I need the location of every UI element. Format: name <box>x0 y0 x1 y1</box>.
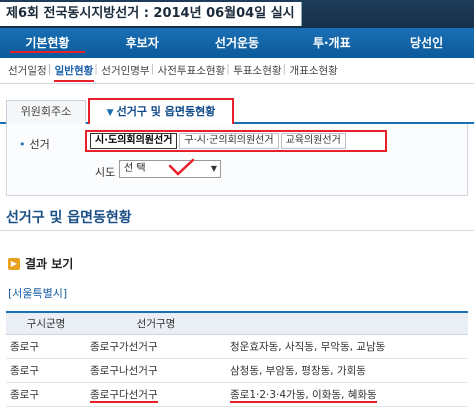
title-bar: 제6회 전국동시지방선거 : 2014년 06월04일 실시 <box>0 0 474 28</box>
election-education-button[interactable]: 교육의원선거 <box>280 133 346 149</box>
title-bar-fill <box>302 0 474 28</box>
tab-row: 위원회주소 ▼ 선거구 및 읍면동현황 <box>0 98 474 124</box>
table-cell-highlighted: 종로1·2·3·4가동, 이화동, 혜화동 <box>226 382 468 407</box>
tab-district-status[interactable]: ▼ 선거구 및 읍면동현황 <box>88 98 234 124</box>
table-cell: 종로구나선거구 <box>86 358 226 383</box>
table-row: 종로구 종로구다선거구 종로1·2·3·4가동, 이화동, 혜화동 <box>6 382 468 407</box>
sub-nav: 선거일정 일반현황 선거인명부 사전투표소현황 투표소현황 개표소현황 <box>0 58 474 84</box>
col-district-name: 구시군명 <box>6 311 86 335</box>
nav-campaign[interactable]: 선거운동 <box>190 28 285 58</box>
table-cell-text: 종로구다선거구 <box>90 388 158 403</box>
table-cell: 청운효자동, 사직동, 무악동, 교남동 <box>226 334 468 359</box>
result-heading: ▶ 결과 보기 <box>8 255 73 272</box>
region-label: [서울특별시] <box>8 287 68 300</box>
tab-committee-address[interactable]: 위원회주소 <box>6 100 86 124</box>
sido-label: 시도 <box>95 166 116 179</box>
col-constituency-name: 선거구명 <box>86 311 226 335</box>
chevron-down-icon: ▼ <box>210 164 217 173</box>
table-cell-text: 종로1·2·3·4가동, 이화동, 혜화동 <box>230 388 377 403</box>
nav-elected[interactable]: 당선인 <box>379 28 474 58</box>
result-heading-text: 결과 보기 <box>25 257 74 271</box>
table-cell: 종로구 <box>6 334 86 359</box>
sub-nav-schedule[interactable]: 선거일정 <box>4 63 51 78</box>
nav-candidates[interactable]: 후보자 <box>95 28 190 58</box>
sub-nav-polling-stations[interactable]: 투표소현황 <box>226 63 285 78</box>
chevron-down-icon: ▼ <box>106 108 114 118</box>
sub-nav-general-status[interactable]: 일반현황 <box>48 63 98 82</box>
checkmark-icon <box>168 158 195 176</box>
arrow-right-icon: ▶ <box>8 257 20 270</box>
sub-nav-early-voting[interactable]: 사전투표소현황 <box>151 63 230 78</box>
results-table: 구시군명 선거구명 종로구 종로구가선거구 청운효자동, 사직동, 무악동, 교… <box>6 311 468 407</box>
main-nav: 기본현황 후보자 선거운동 투·개표 당선인 <box>0 28 474 58</box>
election-provincial-button[interactable]: 시·도의회의원선거 <box>90 133 178 149</box>
sub-nav-voter-list[interactable]: 선거인명부 <box>94 63 153 78</box>
section-title: 선거구 및 읍면동현황 <box>6 210 132 226</box>
table-cell: 종로구가선거구 <box>86 334 226 359</box>
section-divider <box>0 230 474 231</box>
table-header-row: 구시군명 선거구명 <box>6 311 468 335</box>
table-cell: 종로구 <box>6 358 86 383</box>
table-cell: 삼청동, 부암동, 평창동, 가회동 <box>226 358 468 383</box>
page-title: 제6회 전국동시지방선거 : 2014년 06월04일 실시 <box>0 2 302 26</box>
table-row: 종로구 종로구가선거구 청운효자동, 사직동, 무악동, 교남동 <box>6 334 468 359</box>
sub-nav-counting-stations[interactable]: 개표소현황 <box>283 63 342 78</box>
filter-box: • 선거 시·도의회의원선거 구·시·군의회의원선거 교육의원선거 시도 선 택 … <box>6 124 468 196</box>
election-municipal-button[interactable]: 구·시·군의회의원선거 <box>179 133 279 149</box>
nav-basic-status[interactable]: 기본현황 <box>0 28 95 58</box>
col-dong-list <box>226 311 468 335</box>
election-type-group: 시·도의회의원선거 구·시·군의회의원선거 교육의원선거 <box>85 130 387 152</box>
table-cell: 종로구 <box>6 382 86 407</box>
nav-voting-counting[interactable]: 투·개표 <box>284 28 379 58</box>
bullet-icon: • <box>19 138 26 151</box>
tab-district-status-label: 선거구 및 읍면동현황 <box>116 105 216 118</box>
election-label: • 선거 <box>19 136 50 152</box>
table-cell-highlighted: 종로구다선거구 <box>86 382 226 407</box>
table-row: 종로구 종로구나선거구 삼청동, 부암동, 평창동, 가회동 <box>6 358 468 383</box>
sido-select-value: 선 택 <box>124 163 146 174</box>
election-label-text: 선거 <box>29 138 50 151</box>
